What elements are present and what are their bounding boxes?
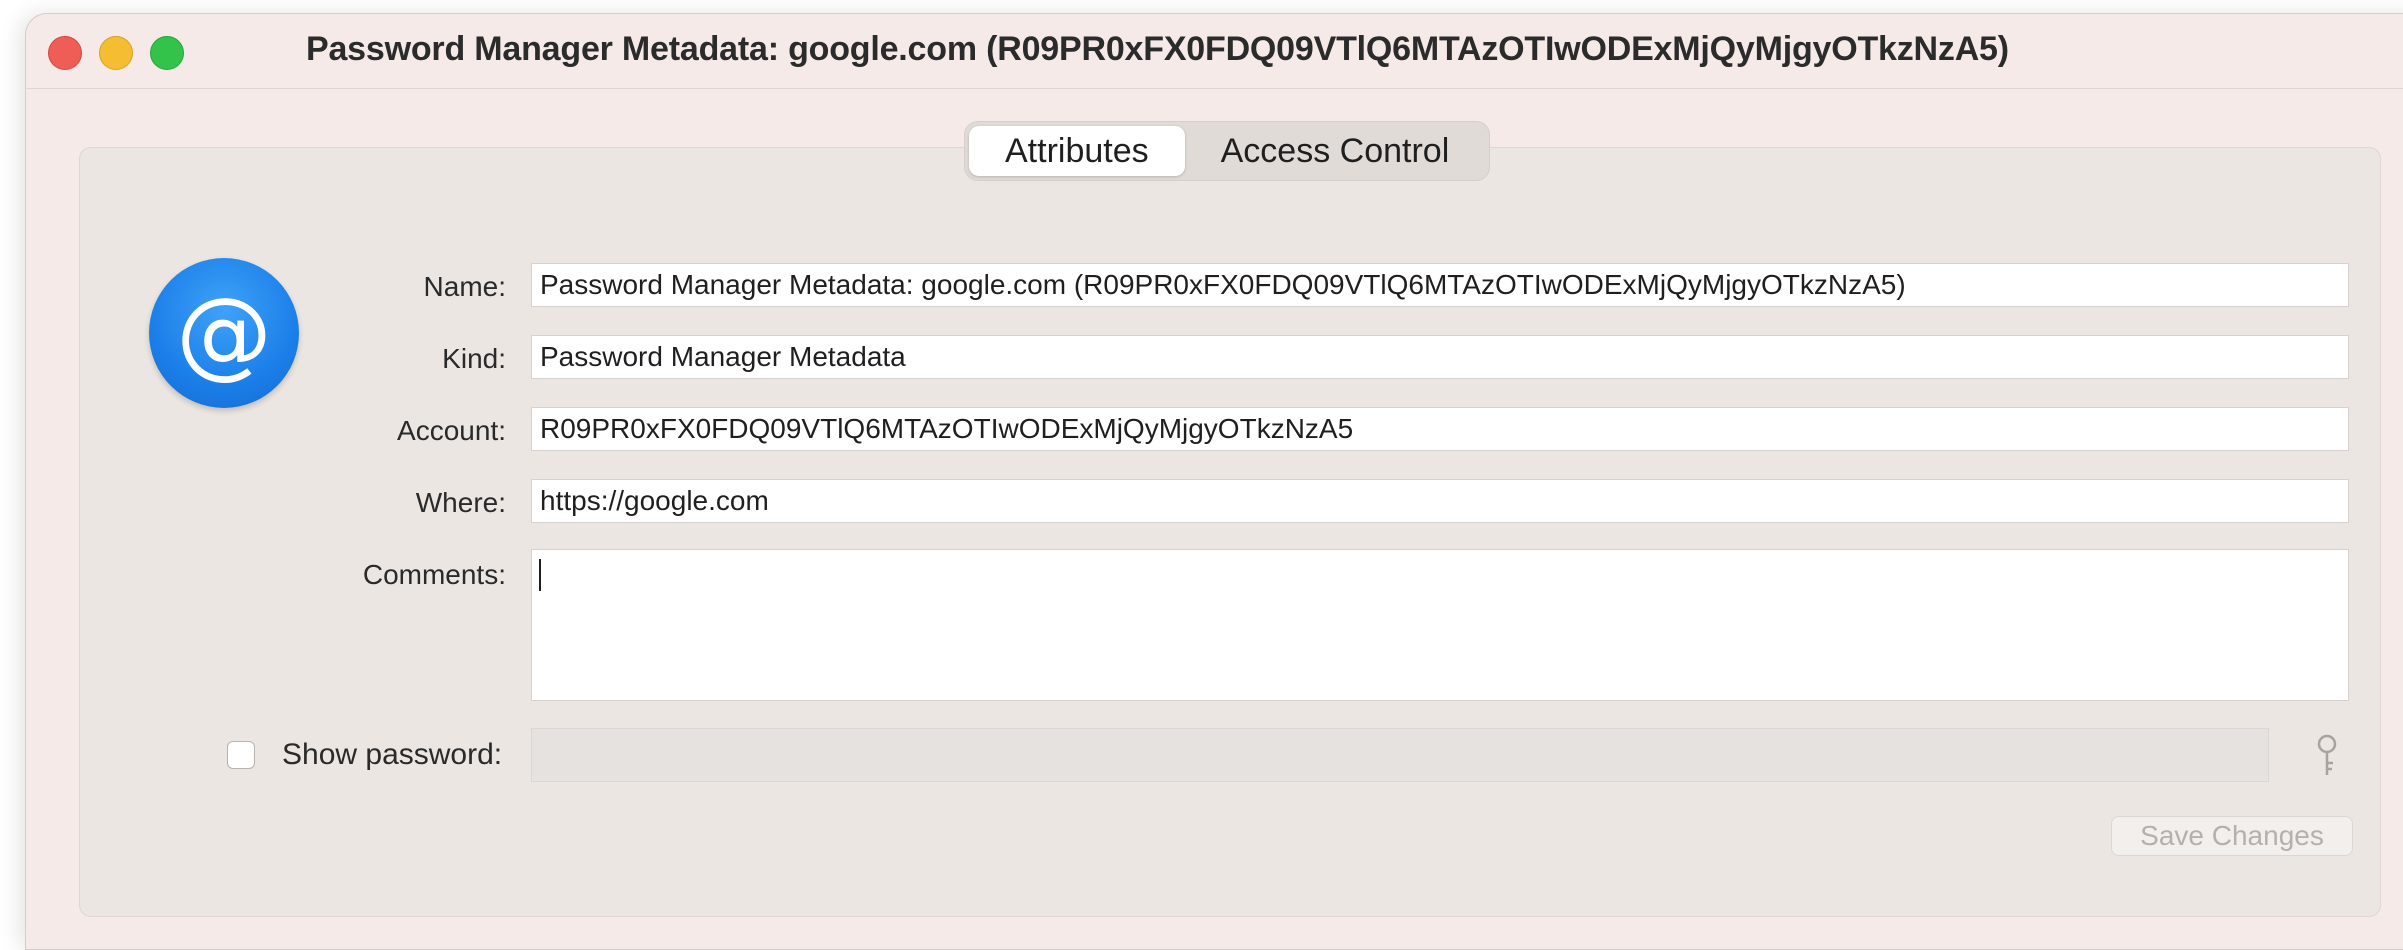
zoom-window-button[interactable] (150, 36, 184, 70)
tab-attributes[interactable]: Attributes (969, 126, 1185, 176)
show-password-checkbox[interactable] (227, 741, 255, 769)
close-window-button[interactable] (48, 36, 82, 70)
tab-bar: Attributes Access Control (964, 121, 1491, 181)
account-field[interactable]: R09PR0xFX0FDQ09VTlQ6MTAzOTIwODExMjQyMjgy… (531, 407, 2349, 451)
text-cursor (539, 559, 541, 591)
account-label: Account: (397, 415, 506, 446)
comments-textarea[interactable] (531, 549, 2349, 701)
window-title: Password Manager Metadata: google.com (R… (306, 30, 2009, 68)
key-icon[interactable] (2307, 733, 2347, 781)
save-changes-button[interactable]: Save Changes (2111, 816, 2353, 856)
tab-access-control[interactable]: Access Control (1185, 126, 1486, 176)
show-password-label[interactable]: Show password: (282, 738, 502, 772)
kind-field[interactable]: Password Manager Metadata (531, 335, 2349, 379)
name-field[interactable]: Password Manager Metadata: google.com (R… (531, 263, 2349, 307)
where-field[interactable]: https://google.com (531, 479, 2349, 523)
kind-label: Kind: (442, 343, 506, 374)
name-label: Name: (423, 271, 506, 302)
password-field (531, 728, 2269, 782)
minimize-window-button[interactable] (99, 36, 133, 70)
comments-label: Comments: (362, 559, 506, 590)
title-bar: Password Manager Metadata: google.com (R… (26, 14, 2403, 89)
where-label: Where: (415, 487, 506, 518)
keychain-item-window: Password Manager Metadata: google.com (R… (25, 13, 2403, 950)
